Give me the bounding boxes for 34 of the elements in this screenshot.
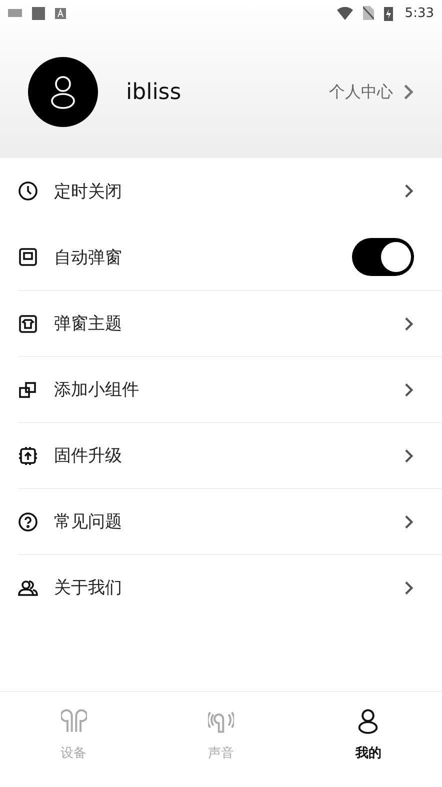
chevron-right-icon — [404, 580, 414, 596]
clock-icon — [18, 181, 38, 201]
people-icon — [18, 578, 38, 598]
overlapping-squares-icon — [18, 380, 38, 400]
profile-center-link[interactable]: 个人中心 — [329, 82, 414, 102]
menu-item[interactable]: 关于我们 — [18, 554, 442, 620]
no-sim-icon — [362, 6, 374, 20]
battery-charging-icon — [384, 6, 393, 20]
username: ibliss — [126, 80, 182, 104]
chevron-right-icon — [404, 514, 414, 530]
chevron-right-icon — [404, 448, 414, 464]
status-time: 5:33 — [404, 6, 434, 20]
text-icon — [55, 8, 66, 18]
toggle-switch[interactable] — [352, 238, 414, 276]
chevron-right-icon — [404, 382, 414, 398]
chip-upload-icon — [18, 446, 38, 466]
chevron-right-icon — [403, 83, 414, 101]
menu-item[interactable]: 定时关闭 — [18, 158, 442, 224]
menu-item[interactable]: 添加小组件 — [18, 356, 442, 422]
shirt-icon — [18, 314, 38, 334]
square-icon — [32, 6, 45, 20]
menu-item[interactable]: 常见问题 — [18, 488, 442, 554]
menu-item[interactable]: 固件升级 — [18, 422, 442, 488]
keyboard-icon — [8, 9, 22, 17]
menu-item[interactable]: 自动弹窗 — [18, 224, 442, 290]
avatar — [28, 57, 98, 127]
nav-tab[interactable]: 我的 — [294, 692, 442, 787]
chevron-right-icon — [404, 183, 414, 199]
wifi-icon — [336, 6, 353, 20]
earbuds-icon — [60, 708, 87, 734]
menu-item[interactable]: 弹窗主题 — [18, 290, 442, 356]
chevron-right-icon — [404, 316, 414, 332]
square-icon — [18, 247, 38, 267]
question-icon — [18, 512, 38, 532]
